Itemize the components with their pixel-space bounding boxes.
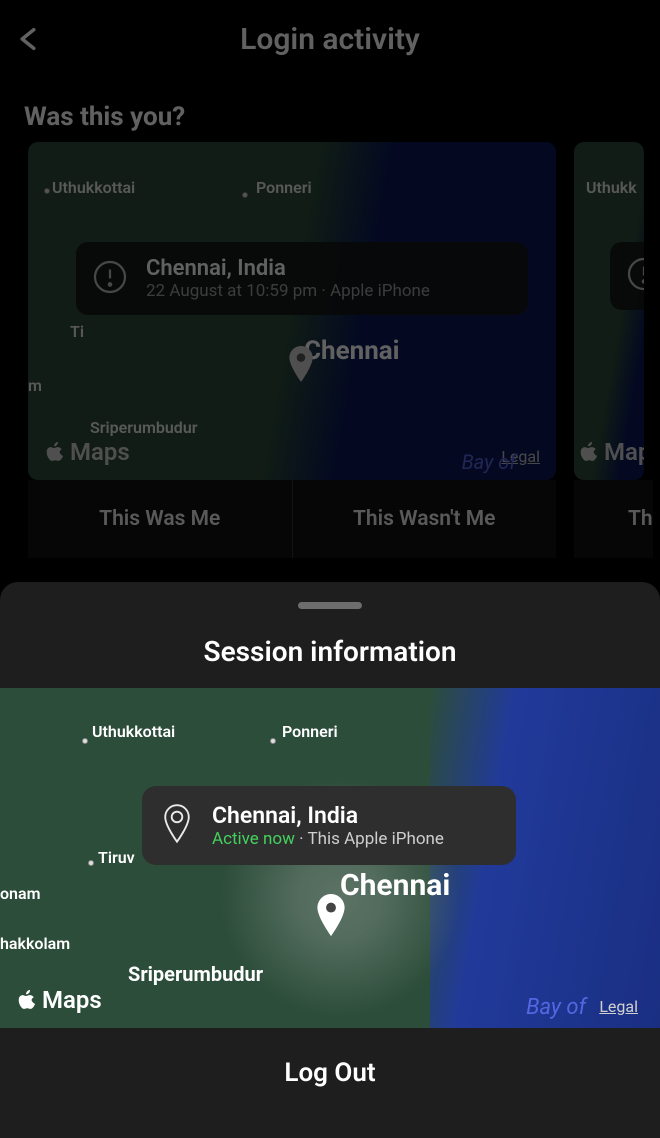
session-detail-subtitle: Active now · This Apple iPhone [212,829,444,849]
separator: · [295,829,308,849]
legal-link[interactable]: Legal [599,997,638,1016]
map-town-label: Uthukkottai [92,722,175,741]
log-out-button[interactable]: Log Out [0,1028,660,1138]
apple-logo-icon [18,989,36,1011]
apple-maps-label: Maps [42,986,102,1014]
apple-maps-attribution: Maps [18,986,102,1014]
session-detail-location: Chennai, India [212,802,444,829]
session-info-sheet: Session information Uthukkottai Ponneri … [0,582,660,1138]
map-town-dot [82,738,88,744]
active-now-label: Active now [212,829,295,849]
session-detail-text: Chennai, India Active now · This Apple i… [212,802,444,849]
sheet-title: Session information [0,635,660,668]
map-town-label: hakkolam [0,934,70,953]
session-detail-map[interactable]: Uthukkottai Ponneri Tiruv onam hakkolam … [0,688,660,1028]
sheet-grabber[interactable] [298,602,362,609]
map-pin-icon [316,894,346,940]
map-city-label: Chennai [340,868,450,903]
map-water-label: Bay of [526,995,586,1020]
map-town-label: onam [0,884,40,903]
map-town-label: Tiruv [98,848,135,867]
map-town-dot [88,860,94,866]
location-pin-icon [162,804,192,848]
session-detail-badge: Chennai, India Active now · This Apple i… [142,786,516,865]
map-town-dot [270,738,276,744]
map-town-label: Sriperumbudur [128,962,263,986]
map-town-label: Ponneri [282,722,338,741]
device-label: This Apple iPhone [307,829,444,849]
